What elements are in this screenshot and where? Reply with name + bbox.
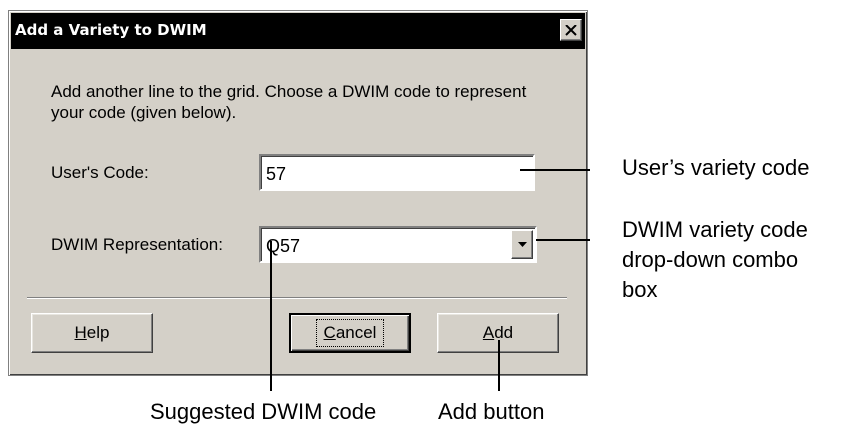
help-button[interactable]: Help: [31, 313, 153, 353]
close-button[interactable]: [560, 19, 582, 41]
add-variety-dialog: Add a Variety to DWIM Add another line t…: [8, 10, 588, 376]
help-label-rest: elp: [86, 323, 110, 342]
instruction-text: Add another line to the grid. Choose a D…: [51, 82, 527, 122]
help-mnemonic: H: [74, 323, 87, 342]
callout-line-users-code: [520, 169, 590, 171]
callout-line-dwim-combo: [536, 239, 590, 241]
annotation-suggested-dwim-code: Suggested DWIM code: [150, 399, 377, 424]
annotation-dwim-line3: box: [622, 277, 658, 302]
annotation-users-variety-code: User’s variety code: [622, 155, 810, 180]
callout-line-suggested: [270, 241, 272, 391]
separator: [27, 297, 567, 299]
dropdown-button[interactable]: [511, 230, 533, 259]
users-code-label: User's Code:: [51, 163, 149, 182]
cancel-button[interactable]: Cancel: [289, 313, 411, 353]
close-icon: [565, 24, 577, 36]
cancel-label-rest: ancel: [335, 323, 377, 342]
annotation-dwim-line2: drop-down combo: [622, 247, 799, 272]
chevron-down-icon: [517, 242, 527, 247]
annotation-add-button: Add button: [438, 399, 545, 424]
users-code-value: 57: [266, 164, 287, 184]
add-mnemonic: A: [482, 323, 495, 342]
annotation-dwim-line1: DWIM variety code: [622, 217, 808, 242]
title-bar[interactable]: Add a Variety to DWIM: [11, 13, 585, 49]
users-code-input[interactable]: 57: [259, 154, 535, 191]
dwim-representation-label: DWIM Representation:: [51, 235, 223, 254]
cancel-mnemonic: C: [323, 323, 336, 342]
callout-line-add-button: [498, 340, 500, 391]
cancel-focus: Cancel: [315, 319, 385, 347]
dialog-title: Add a Variety to DWIM: [15, 21, 207, 39]
dwim-representation-combo[interactable]: Q57: [259, 226, 537, 263]
